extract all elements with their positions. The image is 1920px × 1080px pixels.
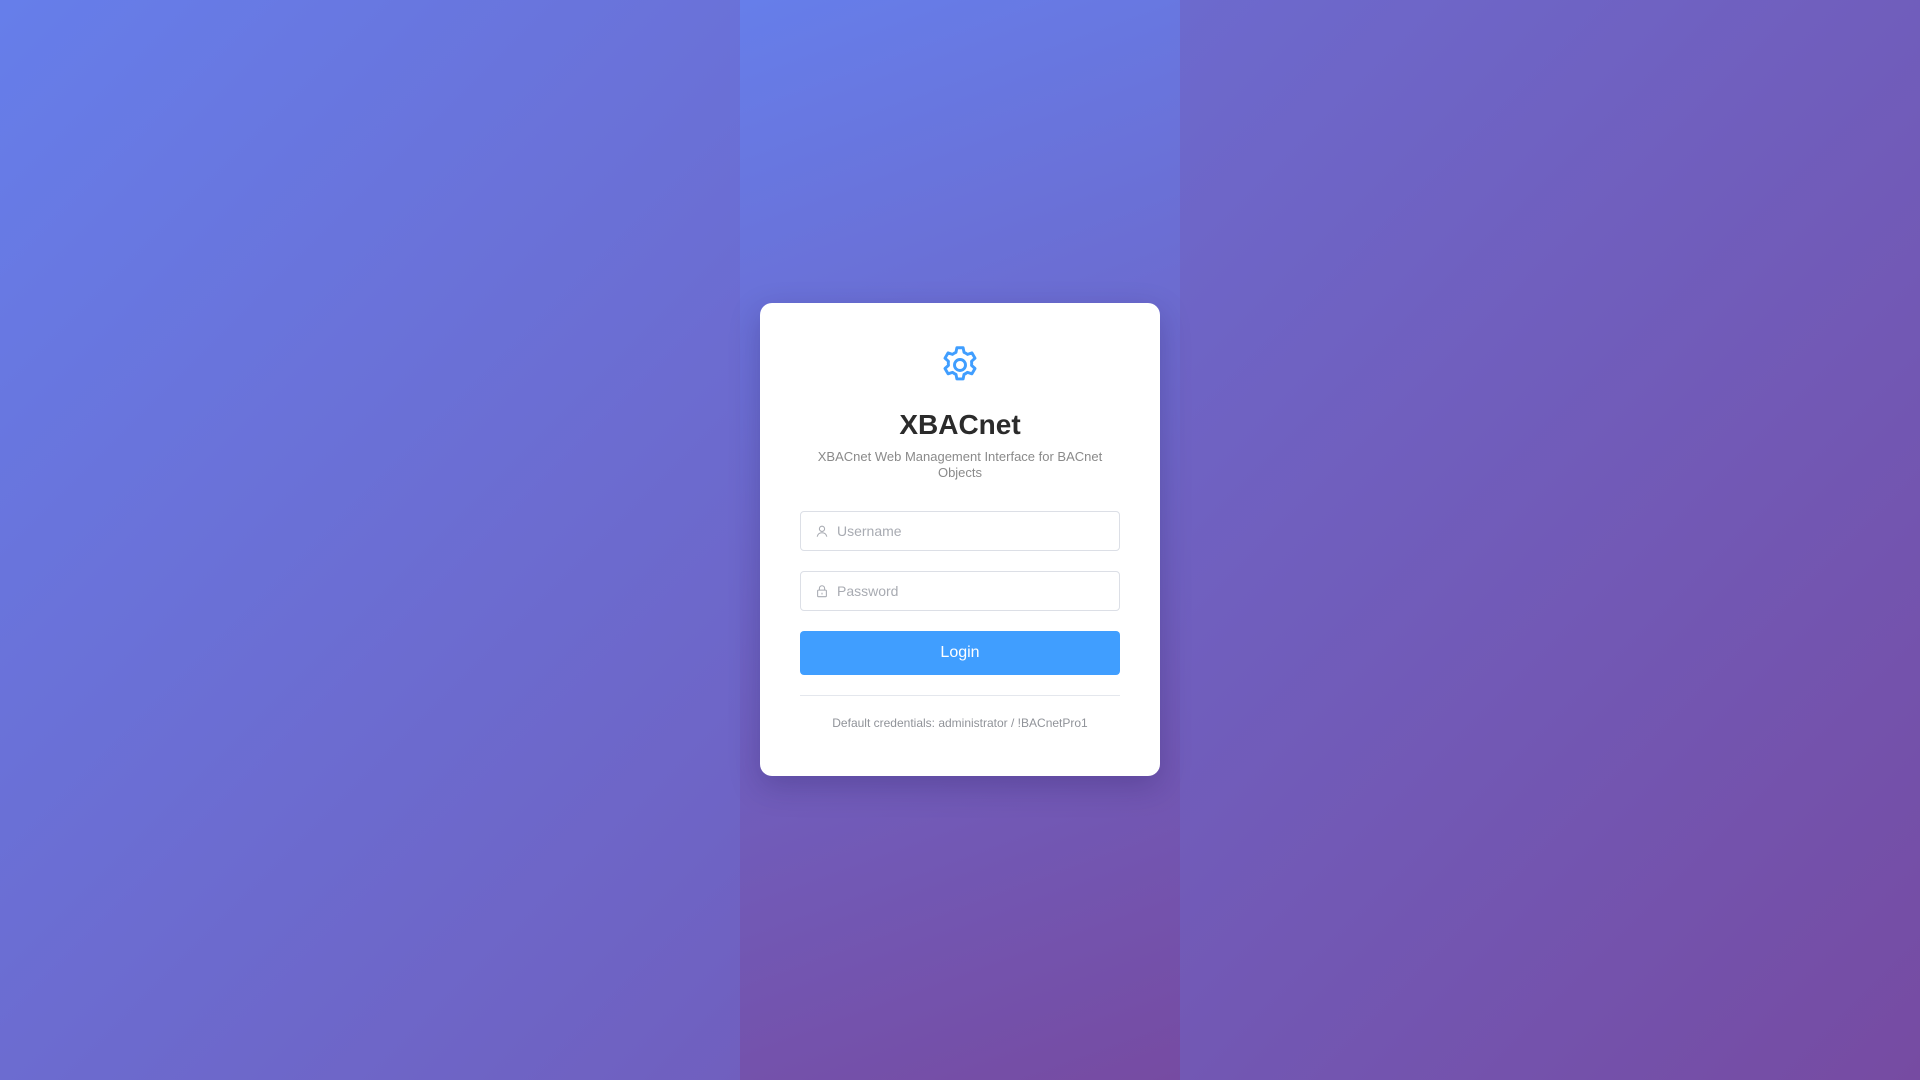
- divider: [800, 695, 1120, 696]
- username-input[interactable]: [837, 513, 1107, 549]
- login-button[interactable]: Login: [800, 631, 1120, 675]
- password-input[interactable]: [837, 573, 1107, 609]
- app-subtitle: XBACnet Web Management Interface for BAC…: [817, 449, 1103, 480]
- username-field[interactable]: [800, 511, 1120, 551]
- default-credentials-hint: Default credentials: administrator / !BA…: [832, 716, 1088, 730]
- login-card: XBACnet XBACnet Web Management Interface…: [760, 303, 1160, 776]
- user-icon: [816, 525, 828, 537]
- gear-icon: [943, 346, 977, 381]
- password-field[interactable]: [800, 571, 1120, 611]
- app-title: XBACnet: [899, 409, 1021, 440]
- lock-icon: [817, 585, 827, 598]
